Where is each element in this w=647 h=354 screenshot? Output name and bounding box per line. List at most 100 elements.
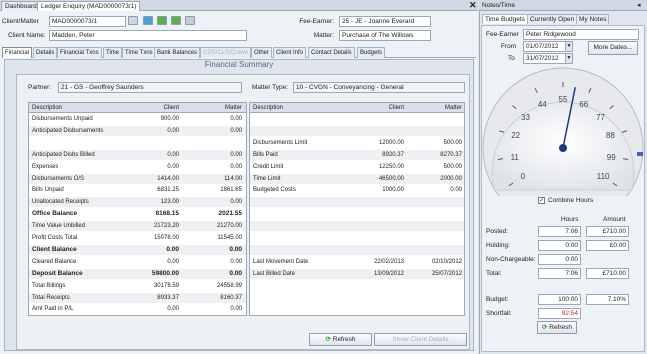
tab-time-budgets[interactable]: Time Budgets: [482, 14, 528, 24]
table-row: Expenses 0.00 0.00: [29, 162, 246, 172]
arrow-right-icon[interactable]: [171, 16, 181, 25]
row-matter-value: 0.00: [229, 269, 242, 277]
row-client-value: 1414.00: [157, 175, 179, 182]
table-row: Budgeted Costs 1000.00 0.00: [250, 185, 464, 195]
time-row-label: Non-Chargeable:: [486, 256, 536, 263]
row-matter-value: 0.00: [230, 306, 242, 313]
matter-field[interactable]: Purchase of The Willows: [339, 30, 431, 41]
client-name-field[interactable]: Madden, Peter: [49, 30, 247, 41]
matter-label: Matter:: [313, 32, 334, 39]
row-matter-value: 0.00: [230, 199, 242, 206]
tab-financial-txns[interactable]: Financial Txns: [57, 47, 102, 58]
table-row: Client Balance 0.00 0.00: [29, 244, 246, 255]
table-row: Anticipated Disbursements 0.00 0.00: [29, 125, 246, 136]
gauge-tick-label: 22: [511, 131, 521, 141]
arrow-left-icon[interactable]: [157, 16, 167, 25]
table-row: [250, 244, 464, 255]
tab-client-info[interactable]: Client Info: [273, 47, 307, 58]
window-tab-bar: Dashboard Ledger Enquiry (MAD0000073/1): [0, 0, 478, 11]
tab-cds-cls-crown: CDS/CLS/Crown: [200, 47, 252, 58]
show-client-details-button: Show Client Details: [374, 333, 467, 346]
client-matter-field[interactable]: MAD0000073/1: [49, 16, 126, 27]
row-client-value: 1000.00: [382, 187, 404, 194]
row-description: Office Balance: [32, 210, 78, 218]
tab-bank-balances[interactable]: Bank Balances: [154, 47, 201, 58]
matter-type-label: Matter Type:: [252, 84, 289, 91]
table-row: Total Receipts 8933.37 8160.37: [29, 292, 246, 303]
gauge-tick-label: 33: [521, 112, 530, 122]
col-description: Description: [253, 105, 284, 111]
combine-hours-checkbox[interactable]: ✓: [538, 197, 545, 204]
budget-percent-field: 7.10%: [586, 294, 629, 305]
row-client-value: 8933.37: [157, 294, 179, 301]
row-description: Disbursements Limit: [253, 139, 308, 146]
gauge-hub: [559, 144, 567, 152]
table-row: Bills Paid 8920.37 8270.37: [250, 149, 464, 160]
row-description: Budgeted Costs: [253, 187, 296, 194]
table-row: Cleared Balance 0.00 0.00: [29, 257, 246, 267]
row-client-value: 21723.20: [153, 223, 179, 230]
shortfall-label: Shortfall:: [486, 310, 512, 317]
tab-currently-open[interactable]: Currently Open: [527, 14, 578, 24]
to-date-field[interactable]: 31/07/2012 ▼: [523, 53, 573, 64]
row-client-value: 0.00: [166, 245, 179, 253]
ledger-subtabs: Financial Details Financial Txns Time Ti…: [2, 47, 476, 58]
calculator-icon[interactable]: [185, 16, 195, 25]
row-client-value: 8920.37: [382, 151, 404, 158]
edit-icon[interactable]: [128, 16, 138, 25]
tab-budgets[interactable]: Budgets: [357, 47, 386, 58]
row-matter-value: 0.00: [230, 127, 242, 134]
tab-financial[interactable]: Financial: [2, 47, 33, 58]
tab-time[interactable]: Time: [103, 47, 123, 58]
table-row: Amt Paid in P/L 0.00 0.00: [29, 304, 246, 314]
tab-my-notes[interactable]: My Notes: [576, 14, 610, 24]
tab-ledger-enquiry[interactable]: Ledger Enquiry (MAD0000073/1): [37, 1, 141, 11]
refresh-button[interactable]: ⟳ Refresh: [309, 333, 372, 346]
notes-refresh-button[interactable]: ⟳ Refresh: [537, 321, 577, 334]
from-label: From: [501, 43, 517, 50]
tab-dashboard[interactable]: Dashboard: [1, 1, 41, 11]
tab-other[interactable]: Other: [251, 47, 273, 58]
row-description: Disbursements Unpaid: [32, 116, 93, 122]
pin-icon[interactable]: ◂: [637, 1, 641, 9]
row-matter-value: 24558.99: [216, 282, 242, 289]
combine-hours-label: Combine Hours: [548, 197, 594, 204]
chevron-down-icon[interactable]: ▼: [565, 54, 572, 63]
row-description: Amt Paid in P/L: [32, 306, 74, 313]
from-date-field[interactable]: 01/07/2012 ▼: [523, 41, 573, 52]
row-client-value: 30178.59: [153, 282, 179, 289]
col-client: Client: [388, 105, 404, 111]
row-client-value: 8168.15: [155, 210, 180, 218]
row-description: Last Billed Date: [253, 270, 296, 277]
client-matter-label: Client/Matter: [2, 18, 39, 25]
table-header: Description Client Matter: [250, 103, 464, 113]
row-client-value: 12000.00: [378, 139, 404, 146]
fee-earner-field[interactable]: 25 - JE - Joanne Everard: [339, 16, 431, 27]
globe-icon[interactable]: [143, 16, 153, 25]
more-dates-button[interactable]: More Dates...: [588, 41, 638, 55]
close-icon[interactable]: ✕: [469, 0, 477, 11]
col-client: Client: [163, 105, 179, 111]
tab-details[interactable]: Details: [33, 47, 58, 58]
notes-fee-earner-field[interactable]: Peter Ridgewood: [523, 29, 639, 40]
notes-fee-earner-label: Fee-Earner: [486, 31, 519, 38]
row-description: Anticipated Disbs Billed: [32, 151, 95, 158]
table-row: Unallocated Receipts 123.00 0.00: [29, 197, 246, 208]
tab-contact-details[interactable]: Contact Details: [308, 47, 355, 58]
table-row: [250, 233, 464, 243]
time-row-label: Posted:: [486, 228, 509, 235]
col-matter: Matter: [444, 105, 462, 111]
financial-summary-title: Financial Summary: [204, 60, 274, 69]
tab-time-txns[interactable]: Time Txns: [122, 47, 156, 58]
time-row-amount: £0.00: [586, 240, 629, 251]
row-matter-value: 0.00: [229, 245, 242, 253]
row-client-value: 15078.00: [153, 235, 179, 241]
table-row: Deposit Balance 59800.00 0.00: [29, 268, 246, 279]
table-row: [250, 221, 464, 232]
refresh-label: Refresh: [332, 336, 356, 343]
gauge-tick-label: 77: [596, 112, 605, 122]
row-matter-value: 2021.55: [218, 210, 243, 218]
chevron-down-icon[interactable]: ▼: [565, 42, 572, 51]
left-balance-table: Description Client Matter Disbursements …: [28, 102, 247, 316]
row-matter-value: 2000.00: [440, 175, 462, 182]
